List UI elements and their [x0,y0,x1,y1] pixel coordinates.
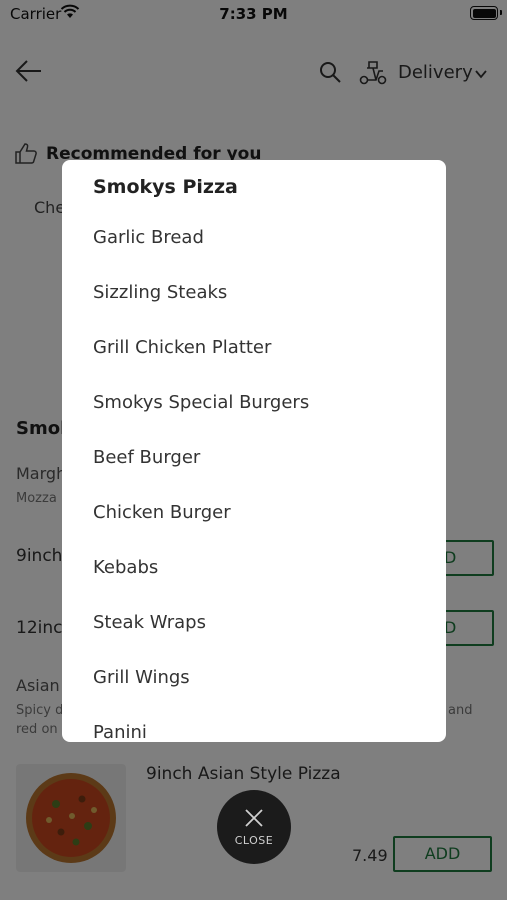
category-item-chicken-burger[interactable]: Chicken Burger [93,502,231,523]
category-item-grill-wings[interactable]: Grill Wings [93,667,190,688]
close-button-label: CLOSE [234,834,274,847]
category-item-smokys-special-burgers[interactable]: Smokys Special Burgers [93,392,309,413]
category-item-beef-burger[interactable]: Beef Burger [93,447,200,468]
category-menu-modal: Smokys Pizza Garlic Bread Sizzling Steak… [62,160,446,742]
category-item-kebabs[interactable]: Kebabs [93,557,158,578]
category-item-grill-chicken-platter[interactable]: Grill Chicken Platter [93,337,271,358]
close-icon [245,809,263,827]
category-item-steak-wraps[interactable]: Steak Wraps [93,612,206,633]
close-button[interactable]: CLOSE [217,790,291,864]
category-item-garlic-bread[interactable]: Garlic Bread [93,227,204,248]
modal-title: Smokys Pizza [93,176,238,198]
category-item-sizzling-steaks[interactable]: Sizzling Steaks [93,282,227,303]
category-item-panini[interactable]: Panini [93,722,147,742]
